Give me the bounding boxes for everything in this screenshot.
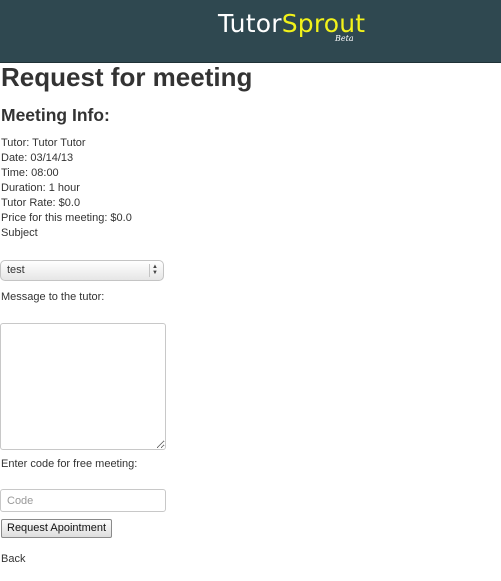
duration-info: Duration: 1 hour <box>1 182 80 194</box>
subject-label: Subject <box>1 227 38 239</box>
top-navigation-bar: TutorSprout Beta <box>0 0 501 63</box>
date-info: Date: 03/14/13 <box>1 152 74 164</box>
price-info: Price for this meeting: $0.0 <box>1 212 132 224</box>
brand-logo-part1: Tutor <box>218 9 282 38</box>
tutor-info: Tutor: Tutor Tutor <box>1 137 86 149</box>
back-link[interactable]: Back <box>1 552 25 567</box>
request-appointment-button[interactable]: Request Apointment <box>1 519 113 538</box>
subject-selected-value: test <box>7 264 25 276</box>
code-input[interactable] <box>0 489 166 512</box>
beta-badge: Beta <box>335 34 354 43</box>
section-title: Meeting Info: <box>1 105 110 125</box>
code-label: Enter code for free meeting: <box>1 458 138 470</box>
rate-info: Tutor Rate: $0.0 <box>1 197 81 209</box>
message-textarea[interactable] <box>0 323 166 450</box>
subject-select[interactable]: test ▲ ▼ <box>0 260 164 281</box>
message-label: Message to the tutor: <box>1 291 105 303</box>
page-title: Request for meeting <box>1 62 253 92</box>
select-arrows-icon: ▲ ▼ <box>149 264 160 277</box>
time-info: Time: 08:00 <box>1 167 59 179</box>
